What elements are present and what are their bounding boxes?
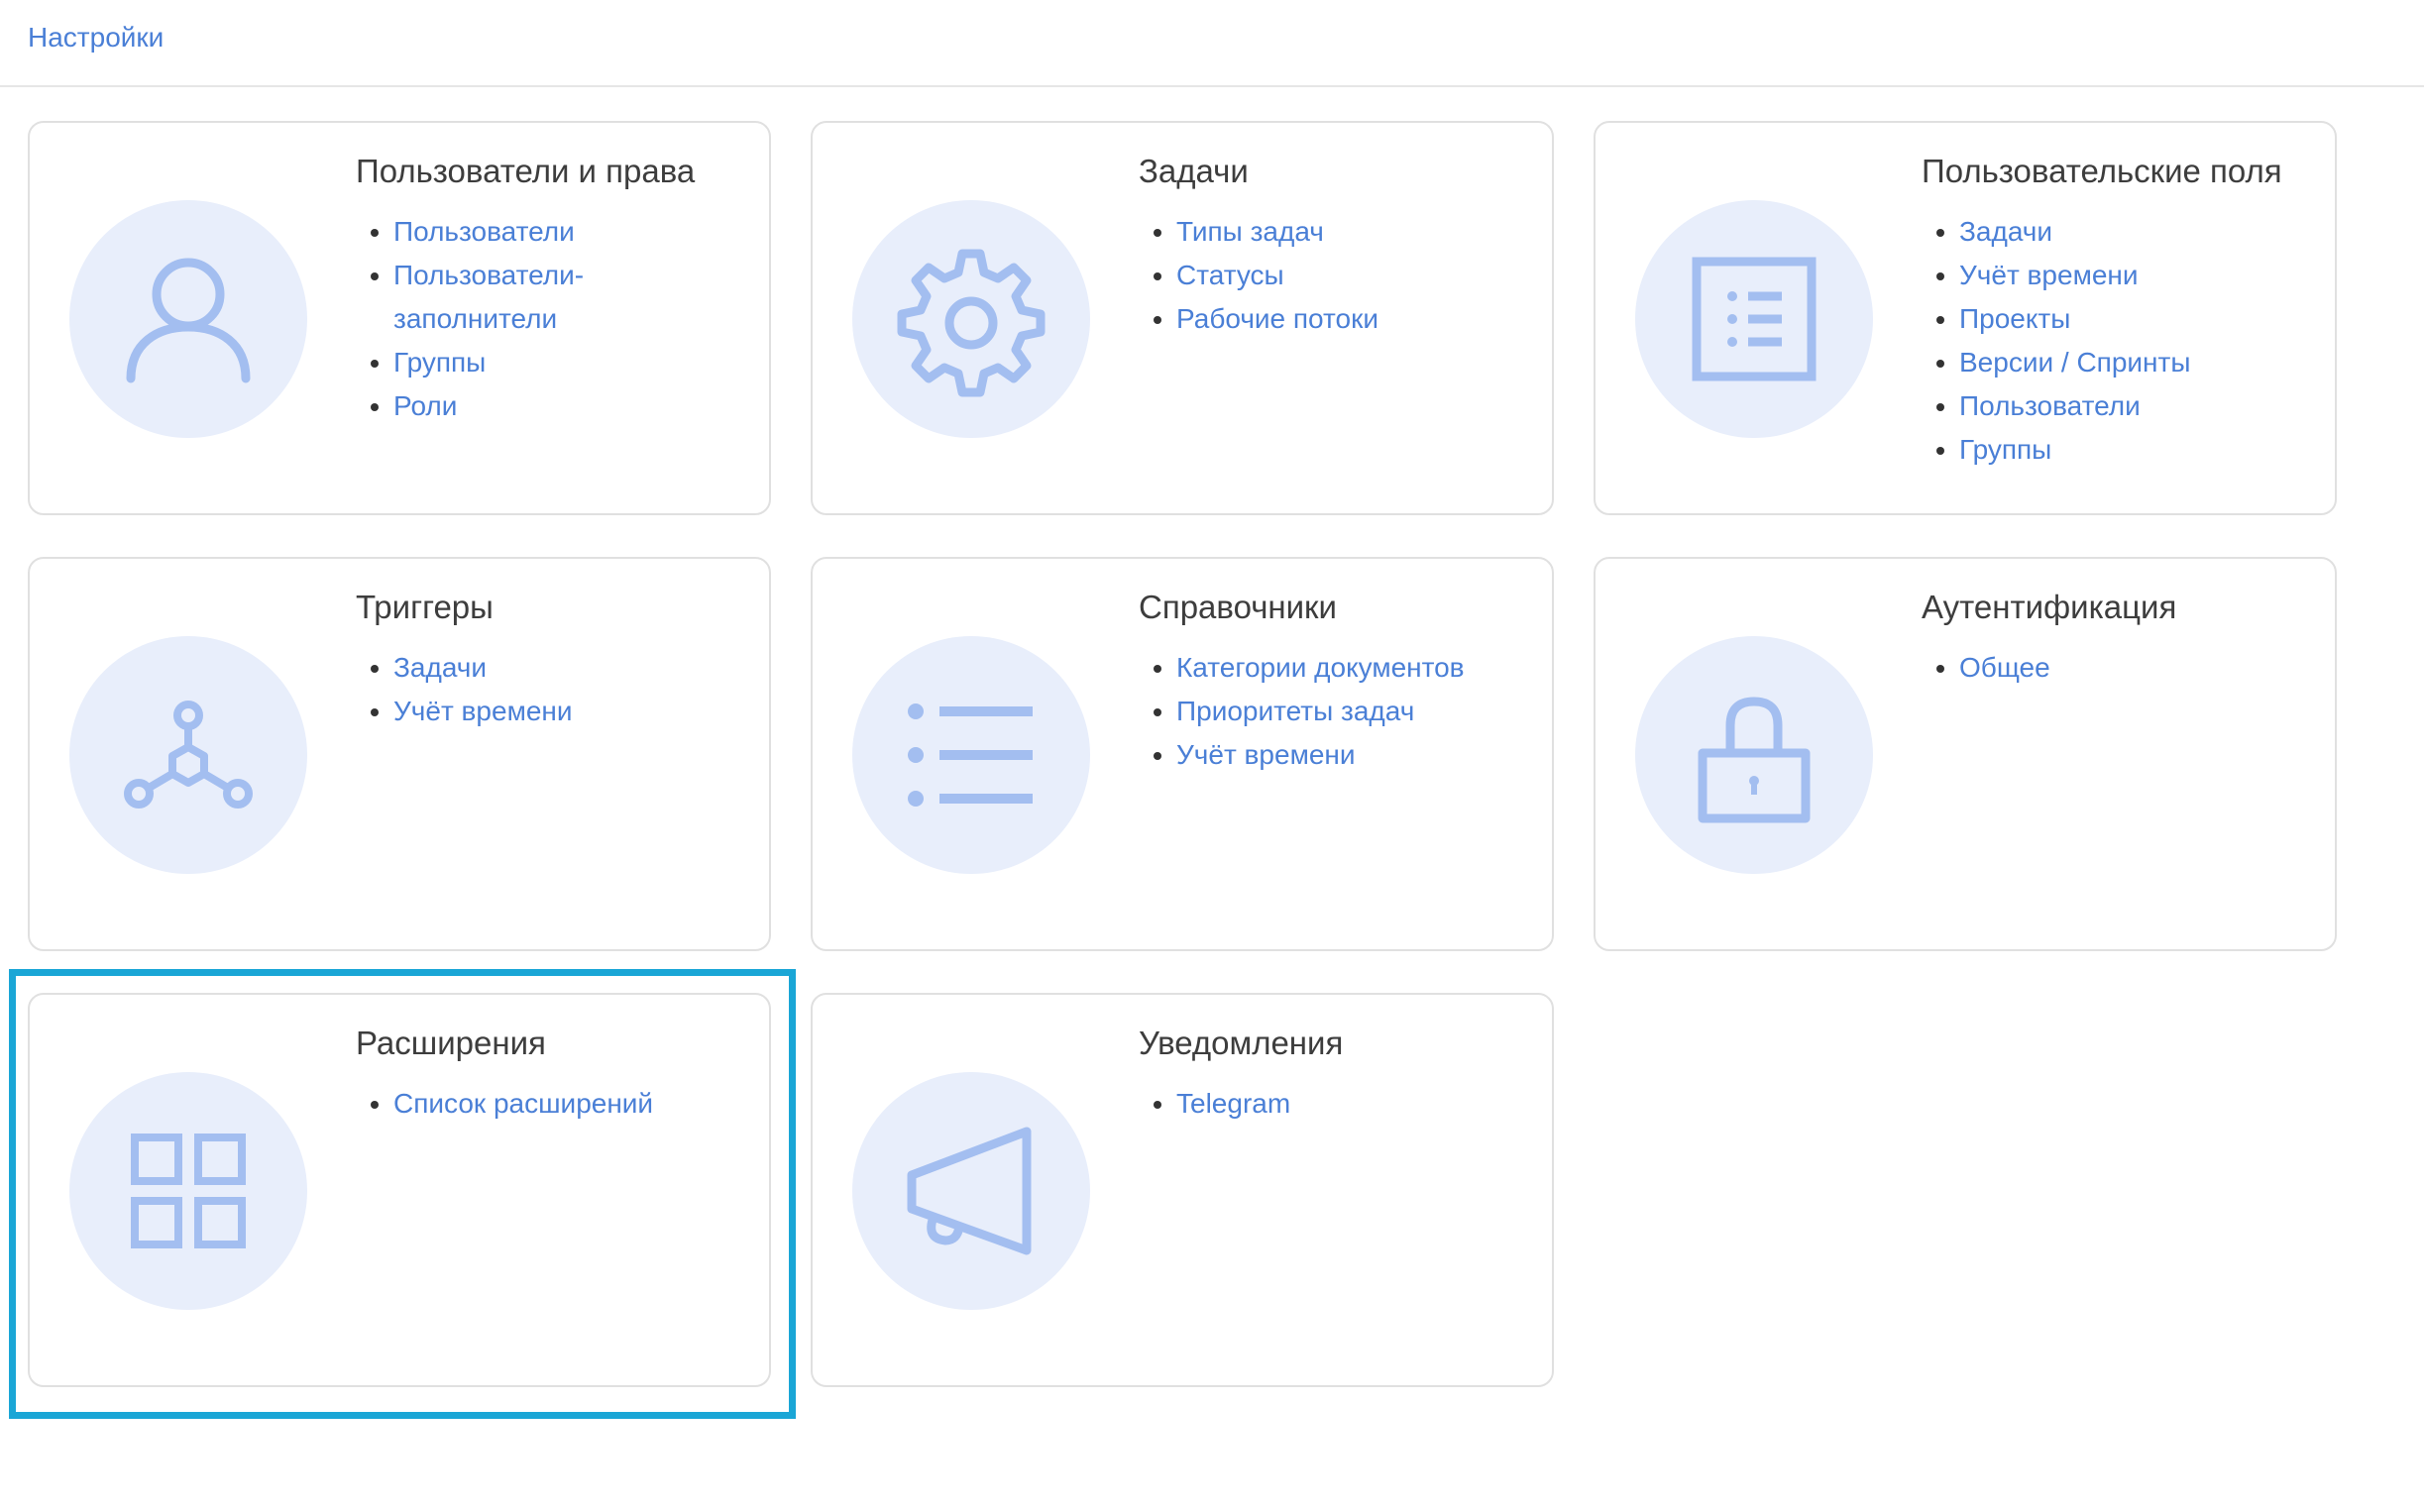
card-link-list: Типы задач Статусы Рабочие потоки xyxy=(1139,210,1533,341)
top-bar: Настройки xyxy=(0,0,2424,87)
card-users-rights: Пользователи и права Пользователи Пользо… xyxy=(28,121,771,515)
card-link-list: Задачи Учёт времени xyxy=(356,646,750,733)
card-custom-fields: Пользовательские поля Задачи Учёт времен… xyxy=(1594,121,2337,515)
link-placeholder-users[interactable]: Пользователи-заполнители xyxy=(393,260,584,334)
card-authentication: Аутентификация Общее xyxy=(1594,557,2337,951)
grid-icon xyxy=(69,1072,307,1310)
link-roles[interactable]: Роли xyxy=(393,390,457,421)
link-cf-versions-sprints[interactable]: Версии / Спринты xyxy=(1959,347,2190,378)
link-telegram[interactable]: Telegram xyxy=(1176,1088,1290,1119)
lock-icon xyxy=(1635,636,1873,874)
card-link-list: Telegram xyxy=(1139,1082,1533,1126)
link-cf-projects[interactable]: Проекты xyxy=(1959,303,2070,334)
card-link-list: Общее xyxy=(1922,646,2316,690)
link-groups[interactable]: Группы xyxy=(393,347,486,378)
card-tasks: Задачи Типы задач Статусы Рабочие потоки xyxy=(811,121,1554,515)
card-title: Пользователи и права xyxy=(356,153,696,189)
link-task-types[interactable]: Типы задач xyxy=(1176,216,1324,247)
link-users[interactable]: Пользователи xyxy=(393,216,575,247)
link-workflows[interactable]: Рабочие потоки xyxy=(1176,303,1378,334)
card-title: Аутентификация xyxy=(1922,589,2177,625)
card-title: Триггеры xyxy=(356,589,494,625)
card-title: Справочники xyxy=(1139,589,1337,625)
form-list-icon xyxy=(1635,200,1873,438)
card-link-list: Список расширений xyxy=(356,1082,750,1126)
link-trigger-tasks[interactable]: Задачи xyxy=(393,652,487,683)
link-cf-tasks[interactable]: Задачи xyxy=(1959,216,2052,247)
card-title: Задачи xyxy=(1139,153,1249,189)
link-extension-list[interactable]: Список расширений xyxy=(393,1088,653,1119)
card-title: Расширения xyxy=(356,1025,546,1061)
user-icon xyxy=(69,200,307,438)
card-title: Уведомления xyxy=(1139,1025,1344,1061)
card-triggers: Триггеры Задачи Учёт времени xyxy=(28,557,771,951)
link-cf-users[interactable]: Пользователи xyxy=(1959,390,2141,421)
card-link-list: Задачи Учёт времени Проекты Версии / Спр… xyxy=(1922,210,2316,472)
list-icon xyxy=(852,636,1090,874)
link-cf-groups[interactable]: Группы xyxy=(1959,434,2051,465)
link-task-priorities[interactable]: Приоритеты задач xyxy=(1176,696,1414,726)
card-link-list: Категории документов Приоритеты задач Уч… xyxy=(1139,646,1533,777)
card-title: Пользовательские поля xyxy=(1922,153,2282,189)
card-directories: Справочники Категории документов Приорит… xyxy=(811,557,1554,951)
link-cf-time-tracking[interactable]: Учёт времени xyxy=(1959,260,2139,290)
card-link-list: Пользователи Пользователи-заполнители Гр… xyxy=(356,210,750,428)
card-notifications: Уведомления Telegram xyxy=(811,993,1554,1387)
link-statuses[interactable]: Статусы xyxy=(1176,260,1284,290)
trigger-network-icon xyxy=(69,636,307,874)
card-extensions: Расширения Список расширений xyxy=(28,993,771,1387)
link-document-categories[interactable]: Категории документов xyxy=(1176,652,1465,683)
link-dir-time-tracking[interactable]: Учёт времени xyxy=(1176,739,1356,770)
megaphone-icon xyxy=(852,1072,1090,1310)
gear-icon xyxy=(852,200,1090,438)
link-trigger-time-tracking[interactable]: Учёт времени xyxy=(393,696,573,726)
link-auth-general[interactable]: Общее xyxy=(1959,652,2050,683)
breadcrumb-settings[interactable]: Настройки xyxy=(28,22,164,54)
